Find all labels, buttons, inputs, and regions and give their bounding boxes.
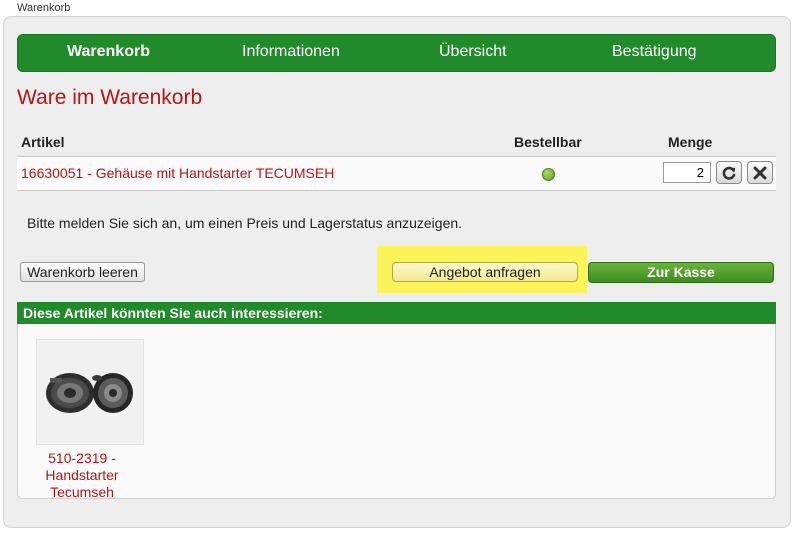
quantity-input[interactable]: [663, 162, 711, 183]
product-thumbnail[interactable]: [36, 339, 144, 445]
nav-step-informationen[interactable]: Informationen: [242, 35, 340, 71]
login-info-text: Bitte melden Sie sich an, um einen Preis…: [27, 215, 463, 231]
recoil-starter-image: [46, 373, 133, 413]
recommendations-heading: Diese Artikel könnten Sie auch interessi…: [17, 302, 776, 324]
column-header-available: Bestellbar: [514, 134, 582, 150]
page-title: Ware im Warenkorb: [17, 86, 203, 109]
nav-step-uebersicht[interactable]: Übersicht: [439, 35, 507, 71]
column-header-article: Artikel: [21, 134, 65, 150]
recommended-product-link[interactable]: 510-2319 - Handstarter Tecumseh: [26, 450, 138, 501]
remove-item-button[interactable]: [747, 161, 773, 184]
nav-step-warenkorb[interactable]: Warenkorb: [67, 35, 150, 71]
column-header-quantity: Menge: [668, 134, 713, 150]
window-tab-label: Warenkorb: [17, 2, 71, 14]
request-quote-button[interactable]: Angebot anfragen: [392, 262, 578, 282]
table-divider-bottom: [17, 190, 776, 191]
status-dot-icon: [542, 168, 555, 181]
checkout-steps-nav: Warenkorb Informationen Übersicht Bestät…: [17, 34, 776, 72]
clear-cart-button[interactable]: Warenkorb leeren: [20, 262, 145, 282]
nav-step-bestaetigung[interactable]: Bestätigung: [612, 35, 697, 71]
refresh-quantity-button[interactable]: [716, 161, 742, 184]
checkout-button[interactable]: Zur Kasse: [588, 262, 774, 283]
cart-item-link[interactable]: 16630051 - Gehäuse mit Handstarter TECUM…: [21, 165, 334, 181]
